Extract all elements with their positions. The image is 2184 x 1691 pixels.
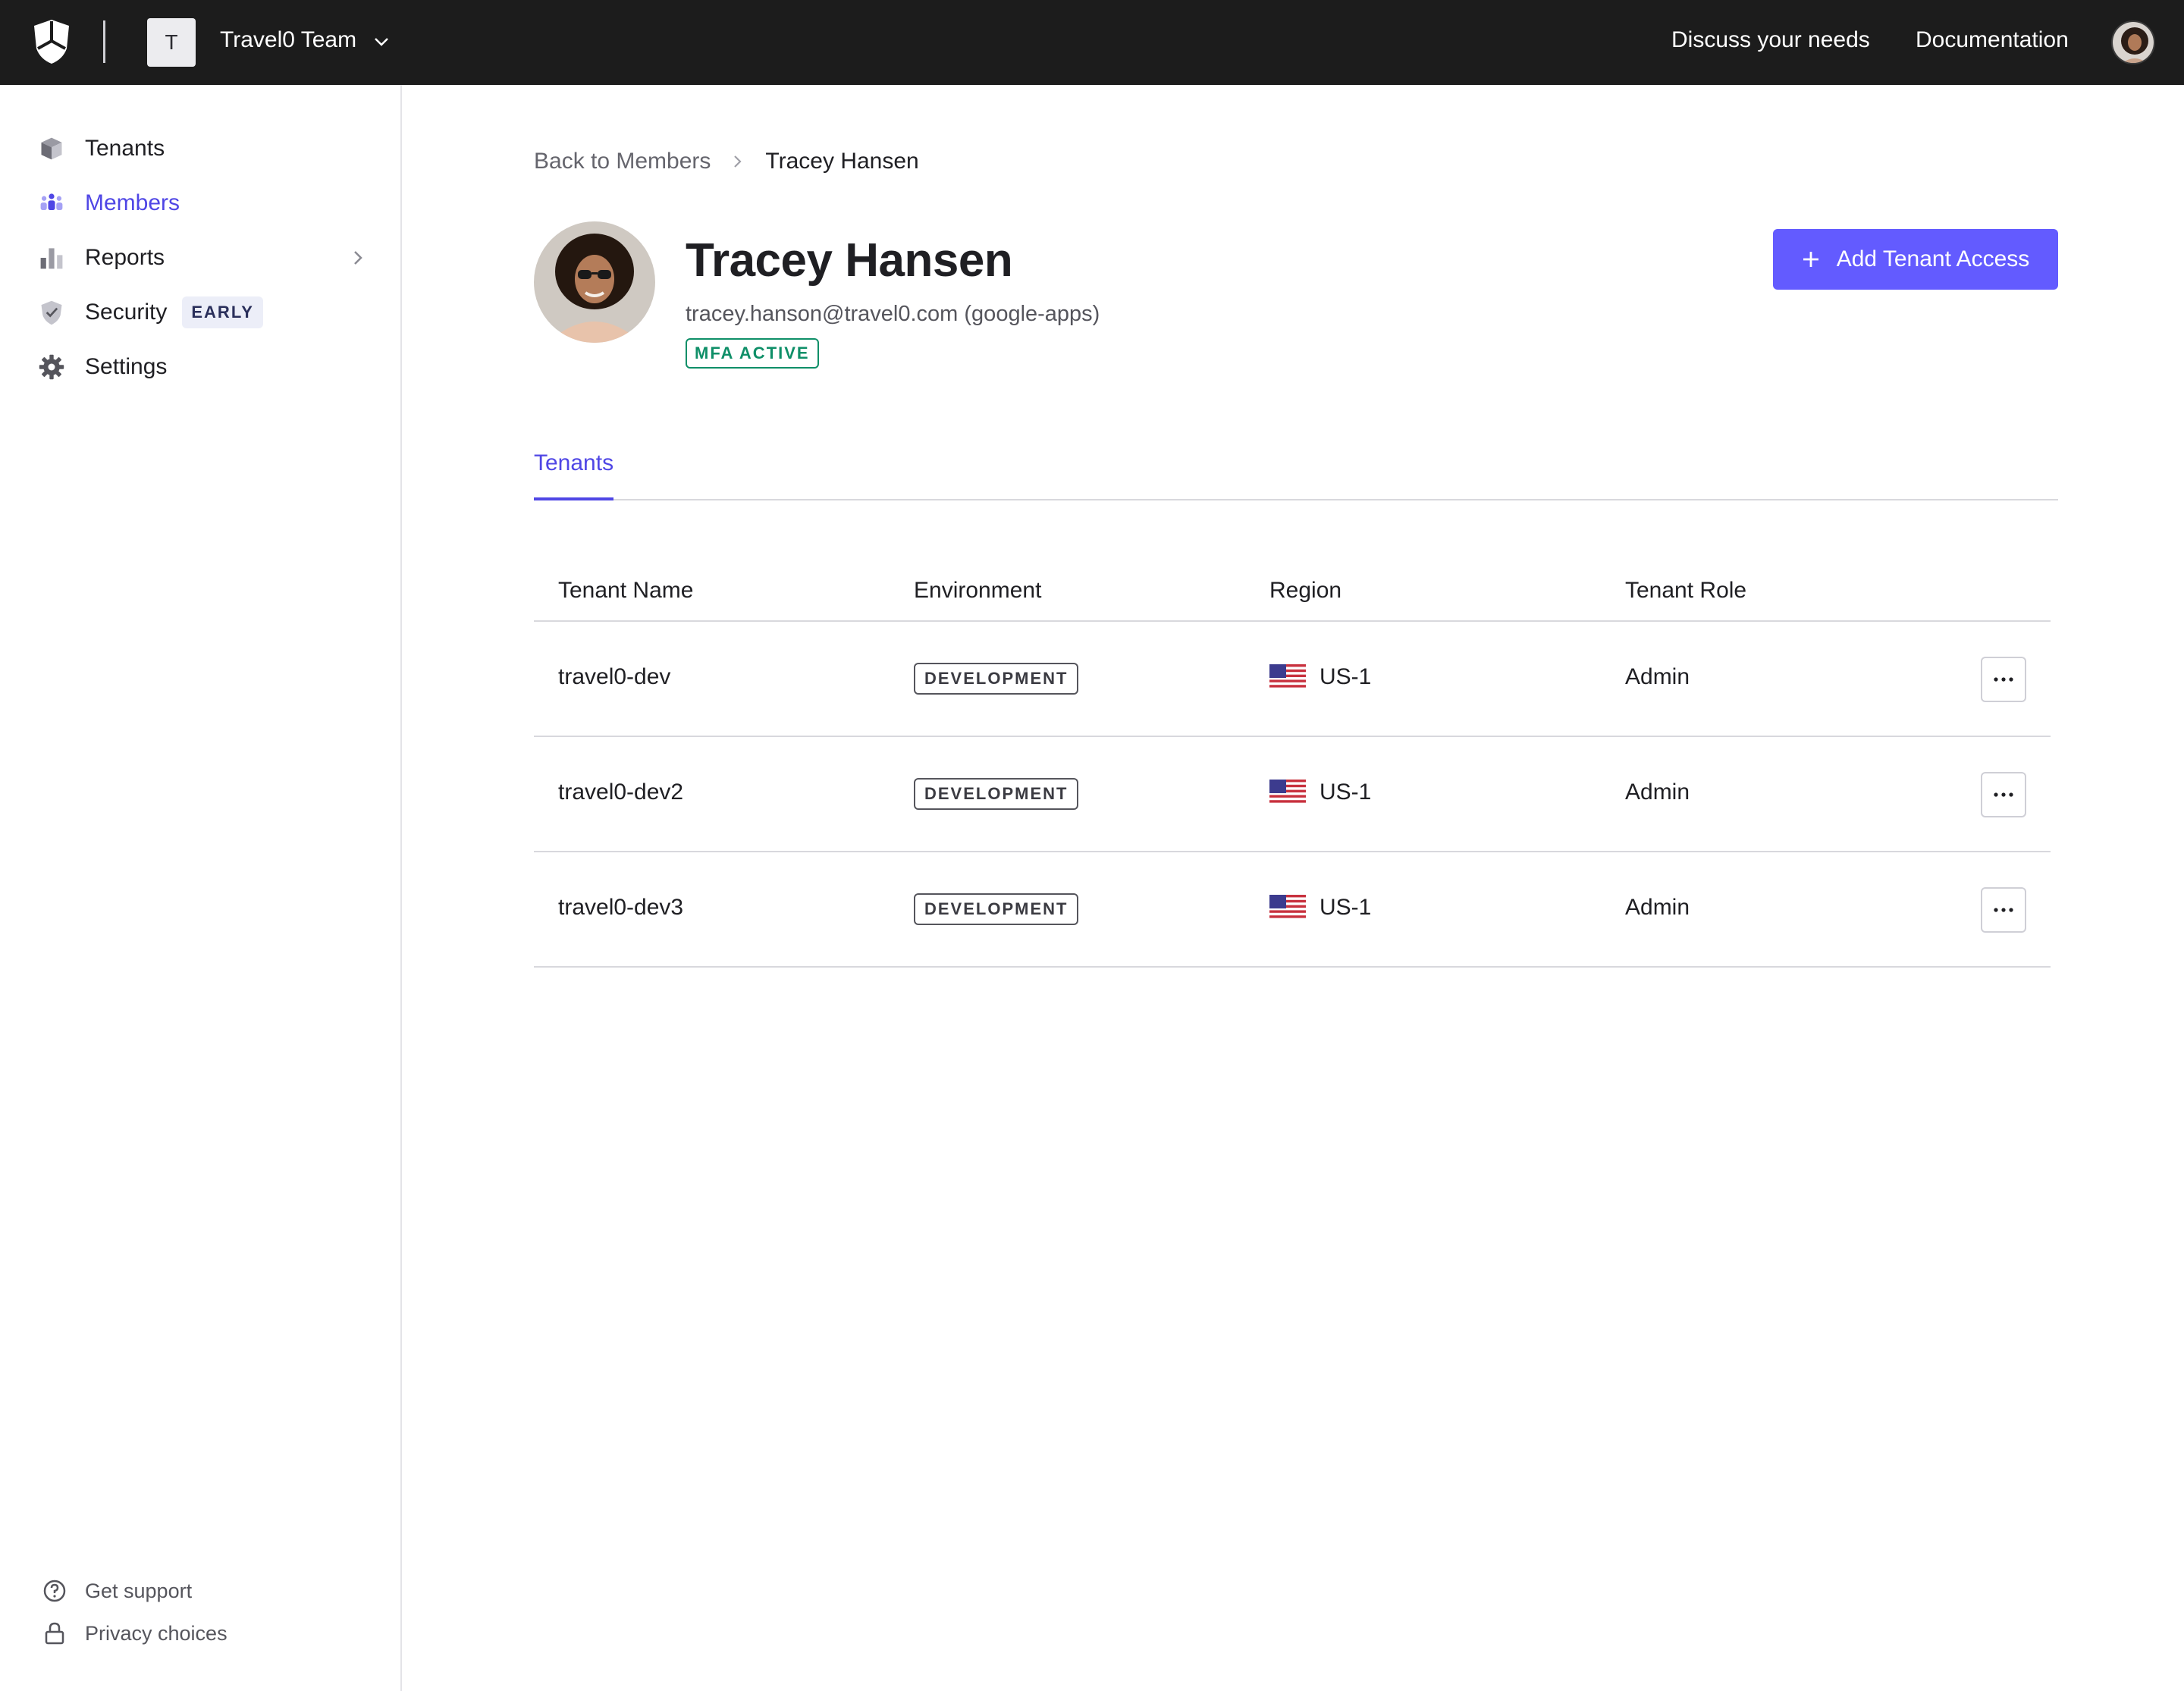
shield-check-icon [36, 297, 67, 328]
row-actions-button[interactable] [1981, 772, 2026, 817]
sidebar: Tenants Members Reports Security EARLY S… [0, 85, 402, 1691]
tenant-role-cell: Admin [1625, 780, 1690, 805]
chevron-right-icon [354, 251, 362, 265]
column-header-tenant-role: Tenant Role [1625, 578, 1747, 603]
footer-item-label: Privacy choices [85, 1621, 228, 1645]
region-label: US-1 [1320, 780, 1372, 805]
sidebar-item-reports[interactable]: Reports [36, 237, 367, 279]
us-flag-icon [1269, 780, 1306, 805]
sidebar-item-settings[interactable]: Settings [36, 346, 367, 388]
environment-badge: DEVELOPMENT [914, 663, 1079, 695]
column-header-environment: Environment [914, 578, 1042, 603]
tenant-name-cell: travel0-dev2 [558, 780, 684, 805]
tenants-table: Tenant Name Environment Region Tenant Ro… [534, 561, 2051, 968]
members-icon [36, 188, 67, 218]
table-row: travel0-dev3 DEVELOPMENT US-1 Admin [534, 852, 2051, 968]
sidebar-item-label: Reports [85, 245, 165, 270]
gear-icon [36, 352, 67, 382]
footer-item-label: Get support [85, 1579, 193, 1602]
tab-bar: Tenants [534, 440, 2058, 500]
user-avatar[interactable] [2111, 20, 2155, 64]
tab-tenants[interactable]: Tenants [534, 440, 614, 500]
us-flag-icon [1269, 895, 1306, 921]
add-tenant-access-label: Add Tenant Access [1836, 246, 2030, 271]
documentation-link[interactable]: Documentation [1916, 27, 2069, 53]
more-horizontal-icon [1994, 908, 2013, 912]
table-header: Tenant Name Environment Region Tenant Ro… [534, 561, 2051, 622]
early-badge: EARLY [182, 296, 263, 328]
tenant-role-cell: Admin [1625, 664, 1690, 689]
privacy-choices-link[interactable]: Privacy choices [41, 1617, 228, 1650]
tenant-role-cell: Admin [1625, 895, 1690, 920]
column-header-tenant-name: Tenant Name [558, 578, 694, 603]
region-label: US-1 [1320, 895, 1372, 920]
team-name[interactable]: Travel0 Team [220, 27, 356, 53]
us-flag-icon [1269, 664, 1306, 690]
chevron-down-icon[interactable] [373, 33, 390, 50]
plus-icon [1803, 252, 1818, 267]
mfa-status-badge: MFA ACTIVE [686, 338, 819, 369]
tenant-name-cell: travel0-dev [558, 664, 671, 689]
environment-badge: DEVELOPMENT [914, 778, 1079, 810]
table-row: travel0-dev2 DEVELOPMENT US-1 Admin [534, 737, 2051, 852]
help-circle-icon [43, 1580, 66, 1602]
breadcrumb: Back to Members Tracey Hansen [534, 149, 919, 174]
more-horizontal-icon [1994, 792, 2013, 797]
sidebar-item-label: Members [85, 190, 180, 215]
sidebar-item-tenants[interactable]: Tenants [36, 127, 367, 170]
back-to-members-link[interactable]: Back to Members [534, 149, 711, 174]
sidebar-item-label: Security [85, 300, 168, 325]
top-bar: T Travel0 Team Discuss your needs Docume… [0, 0, 2184, 85]
table-row: travel0-dev DEVELOPMENT US-1 Admin [534, 622, 2051, 737]
more-horizontal-icon [1994, 677, 2013, 682]
add-tenant-access-button[interactable]: Add Tenant Access [1773, 229, 2058, 290]
sidebar-item-label: Settings [85, 354, 168, 379]
breadcrumb-current: Tracey Hansen [765, 149, 919, 174]
member-name: Tracey Hansen [686, 234, 1013, 287]
column-header-region: Region [1269, 578, 1342, 603]
row-actions-button[interactable] [1981, 887, 2026, 933]
auth0-shield-logo-icon[interactable] [32, 18, 71, 65]
get-support-link[interactable]: Get support [41, 1574, 192, 1608]
sidebar-item-security[interactable]: Security EARLY [36, 291, 367, 334]
bar-chart-icon [36, 243, 67, 273]
region-cell: US-1 [1269, 664, 1371, 690]
tenant-name-cell: travel0-dev3 [558, 895, 684, 920]
region-label: US-1 [1320, 664, 1372, 689]
topbar-divider [103, 20, 105, 63]
member-email: tracey.hanson@travel0.com (google-apps) [686, 302, 1100, 326]
chevron-right-icon [734, 155, 742, 168]
member-avatar [534, 221, 655, 343]
environment-badge: DEVELOPMENT [914, 893, 1079, 925]
sidebar-item-label: Tenants [85, 136, 165, 161]
region-cell: US-1 [1269, 895, 1371, 921]
region-cell: US-1 [1269, 780, 1371, 805]
team-avatar[interactable]: T [147, 18, 196, 67]
lock-icon [45, 1622, 64, 1645]
discuss-needs-link[interactable]: Discuss your needs [1671, 27, 1870, 53]
sidebar-item-members[interactable]: Members [36, 182, 367, 224]
row-actions-button[interactable] [1981, 657, 2026, 702]
cube-icon [36, 133, 67, 164]
